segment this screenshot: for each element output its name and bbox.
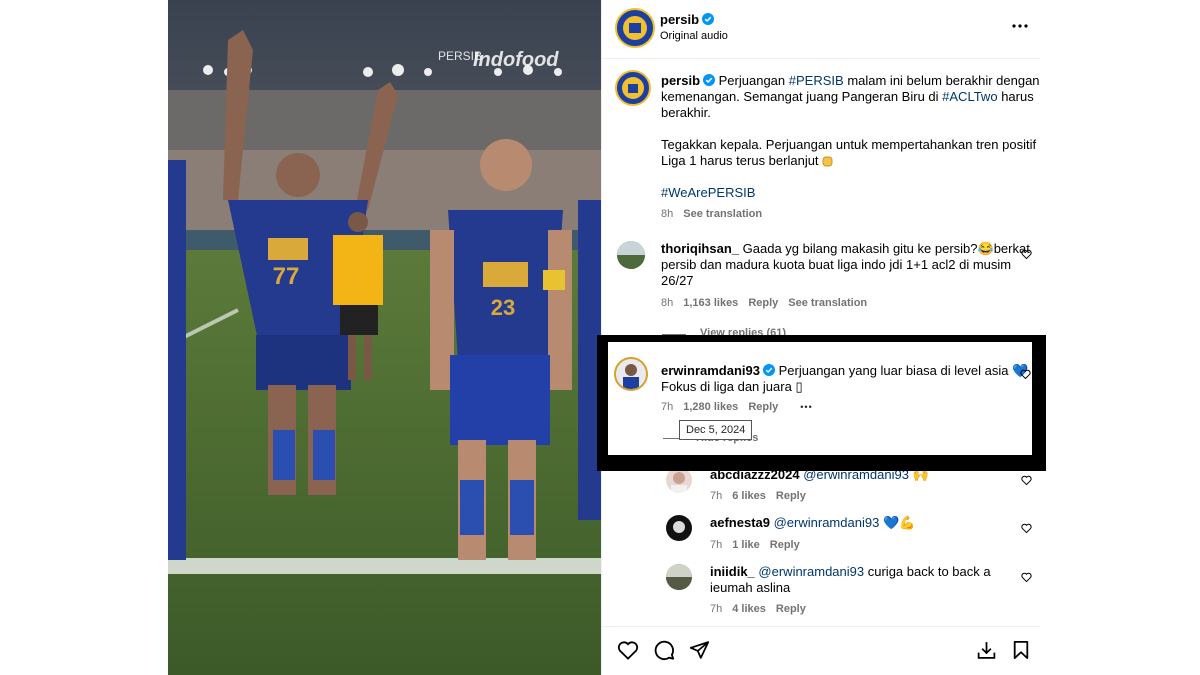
post-photo[interactable]: 77 23 PERSIB Indofood — [168, 0, 601, 675]
reply-time: 7h — [710, 490, 723, 502]
reply-text: ieumah aslina — [710, 580, 791, 595]
reply-button[interactable]: Reply — [748, 401, 778, 413]
commenter-avatar[interactable] — [614, 357, 648, 391]
caption-avatar[interactable] — [615, 70, 651, 106]
caption-text: Tegakkan kepala. Perjuangan untuk memper… — [661, 137, 1037, 152]
comment-username[interactable]: thoriqihsan_ — [661, 241, 739, 256]
share-icon[interactable] — [689, 640, 710, 660]
reply-likes[interactable]: 4 likes — [732, 603, 766, 615]
reply-button[interactable]: Reply — [776, 490, 806, 502]
caption-text: kemenangan. Semangat juang Pangeran Biru… — [661, 89, 939, 104]
caption-text: Perjuangan — [718, 73, 786, 88]
hashtag-wearepersib[interactable]: #WeArePERSIB — [661, 185, 1031, 201]
heart-icon[interactable] — [1021, 572, 1032, 582]
hashtag-acltwo[interactable]: #ACLTwo — [942, 89, 997, 104]
verified-icon — [703, 74, 716, 86]
bookmark-icon[interactable] — [1012, 640, 1030, 660]
reply-time: 7h — [710, 603, 723, 615]
commenter-avatar[interactable] — [617, 241, 645, 269]
comment-likes[interactable]: 1,280 likes — [683, 401, 738, 413]
hashtag-persib[interactable]: #PERSIB — [789, 73, 844, 88]
mention-link[interactable]: @erwinramdani93 — [774, 515, 880, 530]
heart-icon[interactable] — [1021, 475, 1032, 485]
verified-icon — [763, 364, 775, 376]
missing-glyph: ▯ — [795, 379, 803, 394]
see-translation-link[interactable]: See translation — [683, 208, 762, 220]
reply-time: 7h — [710, 539, 723, 551]
caption-text: Liga 1 harus terus berlanjut — [661, 153, 819, 168]
reply-text: curiga back to back a — [867, 564, 991, 579]
caption-time: 8h — [661, 208, 674, 220]
reply-button[interactable]: Reply — [748, 297, 778, 309]
more-options-icon[interactable]: ••• — [800, 402, 812, 412]
caption-text: berakhir. — [661, 105, 711, 120]
reply-likes[interactable]: 6 likes — [732, 490, 766, 502]
account-name[interactable]: persib — [660, 12, 699, 27]
svg-text:77: 77 — [273, 263, 300, 290]
heart-icon[interactable] — [1020, 369, 1031, 379]
more-options-icon[interactable] — [1012, 22, 1028, 30]
comment-likes[interactable]: 1,163 likes — [683, 297, 738, 309]
heart-icon[interactable] — [1021, 523, 1032, 533]
comment-text: Gaada yg bilang makasih gitu ke persib?😂… — [742, 241, 1030, 256]
audio-label[interactable]: Original audio — [660, 30, 728, 42]
caption-text: malam ini belum berakhir dengan — [847, 73, 1040, 88]
comment-text: Fokus di liga dan juara — [661, 379, 792, 394]
action-divider — [602, 626, 1040, 627]
comment-text: Perjuangan yang luar biasa di level asia — [778, 363, 1009, 378]
reply-button[interactable]: Reply — [770, 539, 800, 551]
highlighted-comment: erwinramdani93 Perjuangan yang luar bias… — [608, 342, 1032, 455]
fist-emoji-icon — [822, 156, 833, 167]
comment-text: persib dan madura kuota buat liga indo j… — [661, 257, 1012, 272]
comment-username[interactable]: erwinramdani93 — [661, 363, 760, 378]
comment-icon[interactable] — [653, 639, 675, 661]
svg-text:23: 23 — [491, 295, 515, 320]
mention-link[interactable]: @erwinramdani93 — [758, 564, 864, 579]
persib-avatar[interactable] — [615, 8, 655, 48]
see-translation-link[interactable]: See translation — [788, 297, 867, 309]
reply-avatar[interactable] — [666, 564, 692, 590]
heart-icon[interactable] — [617, 640, 639, 660]
reply-button[interactable]: Reply — [776, 603, 806, 615]
reply-username[interactable]: iniidik_ — [710, 564, 755, 579]
reply-username[interactable]: aefnesta9 — [710, 515, 770, 530]
caption-text: harus — [1001, 89, 1034, 104]
svg-text:Indofood: Indofood — [473, 49, 559, 71]
heart-icon[interactable] — [1021, 249, 1032, 259]
caption-username[interactable]: persib — [661, 73, 700, 88]
reply-likes[interactable]: 1 like — [732, 539, 760, 551]
comment-time: 7h — [661, 401, 674, 413]
comment-time: 8h — [661, 297, 674, 309]
timestamp-tooltip: Dec 5, 2024 — [679, 420, 753, 440]
reply-avatar[interactable] — [666, 515, 692, 541]
download-icon[interactable] — [976, 640, 997, 660]
reply-text: 💙💪 — [882, 515, 916, 530]
verified-icon — [702, 13, 715, 25]
header-divider — [602, 58, 1040, 59]
comment-text: 26/27 — [661, 273, 694, 288]
football-players-photo: 77 23 PERSIB Indofood — [168, 0, 601, 675]
